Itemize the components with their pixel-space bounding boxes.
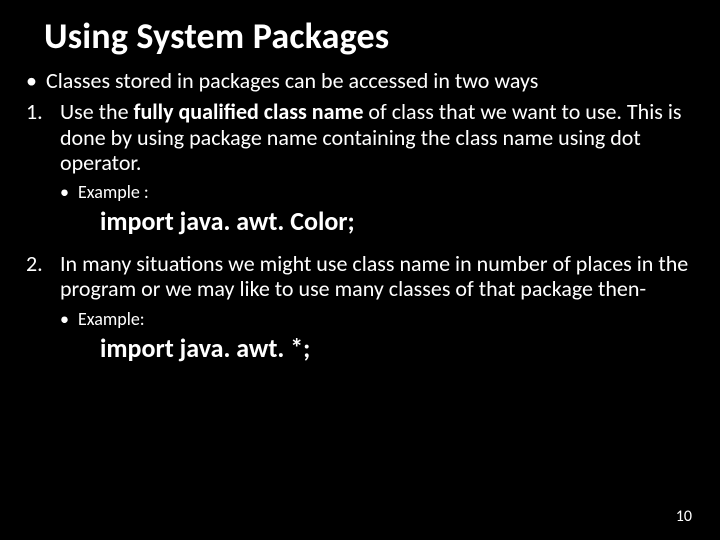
- intro-bullet: • Classes stored in packages can be acce…: [26, 68, 694, 93]
- item-number: 2.: [26, 251, 60, 302]
- slide-title: Using System Packages: [44, 14, 694, 58]
- example-label: Example :: [78, 181, 149, 203]
- item-body: Use the fully qualified class name of cl…: [60, 99, 694, 175]
- example-label-row: • Example:: [60, 308, 694, 330]
- item-post: In many situations we might use class na…: [60, 250, 688, 302]
- example-label: Example:: [78, 308, 145, 330]
- bullet-dot-icon: •: [60, 308, 78, 330]
- bullet-dot-icon: •: [60, 181, 78, 203]
- list-item: 2. In many situations we might use class…: [26, 251, 694, 302]
- slide: Using System Packages • Classes stored i…: [0, 0, 720, 540]
- intro-text: Classes stored in packages can be access…: [46, 68, 538, 93]
- item-bold: fully qualified class name: [134, 98, 364, 125]
- item-pre: Use the: [60, 98, 134, 125]
- bullet-dot-icon: •: [26, 68, 46, 93]
- example-label-row: • Example :: [60, 181, 694, 203]
- code-example: import java. awt. Color;: [100, 205, 694, 237]
- code-example: import java. awt. *;: [100, 332, 694, 364]
- list-item: 1. Use the fully qualified class name of…: [26, 99, 694, 175]
- page-number: 10: [676, 507, 692, 526]
- item-body: In many situations we might use class na…: [60, 251, 694, 302]
- item-number: 1.: [26, 99, 60, 175]
